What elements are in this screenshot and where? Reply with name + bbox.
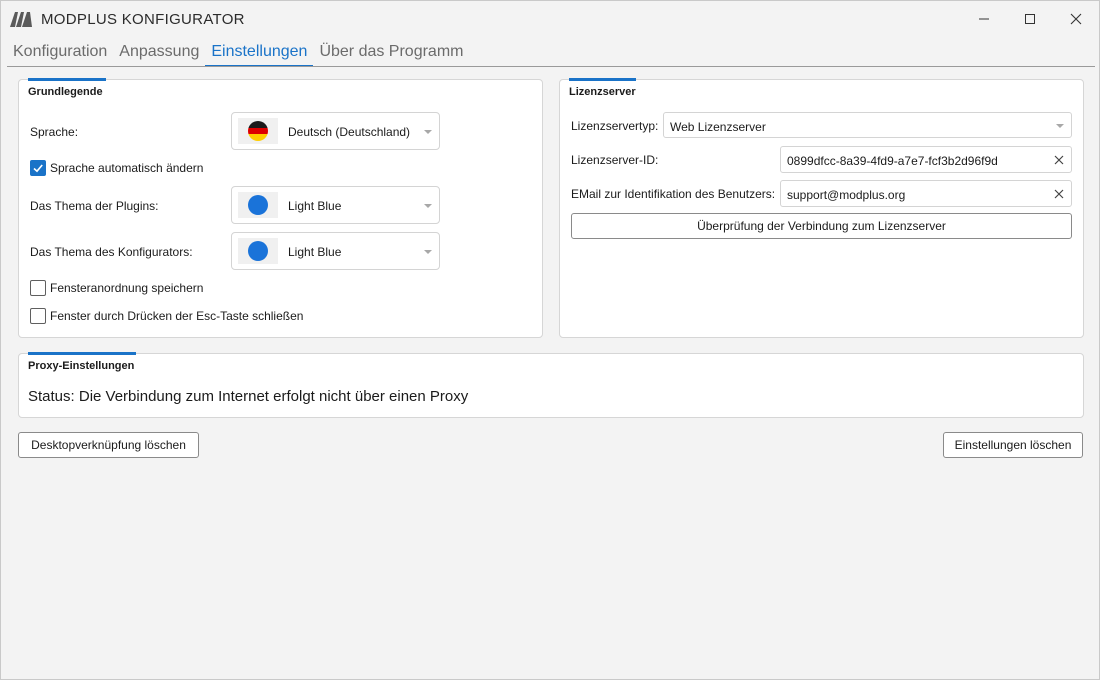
license-server-panel: Lizenzserver Lizenzservertyp: Web Lizenz… bbox=[559, 78, 1084, 338]
save-window-layout-label: Fensteranordnung speichern bbox=[50, 281, 204, 295]
license-type-value: Web Lizenzserver bbox=[670, 120, 766, 134]
language-label: Sprache: bbox=[30, 125, 79, 139]
license-panel-title: Lizenzserver bbox=[569, 86, 636, 98]
title-bar[interactable]: MODPLUS KONFIGURATOR bbox=[1, 1, 1099, 37]
tab-anpassung[interactable]: Anpassung bbox=[113, 41, 205, 67]
license-type-label: Lizenzservertyp: bbox=[571, 119, 659, 133]
general-panel-title: Grundlegende bbox=[28, 86, 103, 98]
check-license-connection-button[interactable]: Überprüfung der Verbindung zum Lizenzser… bbox=[571, 213, 1072, 239]
minimize-icon bbox=[979, 18, 989, 20]
clear-icon[interactable] bbox=[1051, 186, 1067, 202]
checkbox-box bbox=[30, 308, 46, 324]
plugin-theme-swatch bbox=[238, 192, 278, 218]
close-icon bbox=[1070, 13, 1082, 25]
theme-color-dot-icon bbox=[248, 195, 268, 215]
proxy-status-text: Status: Die Verbindung zum Internet erfo… bbox=[28, 388, 469, 405]
license-type-select[interactable]: Web Lizenzserver bbox=[663, 112, 1072, 138]
clear-icon[interactable] bbox=[1051, 152, 1067, 168]
chevron-down-icon bbox=[1056, 124, 1064, 128]
chevron-down-icon bbox=[424, 250, 432, 254]
close-button[interactable] bbox=[1053, 1, 1099, 37]
maximize-button[interactable] bbox=[1007, 1, 1053, 37]
tab-konfiguration[interactable]: Konfiguration bbox=[7, 41, 113, 67]
config-theme-value: Light Blue bbox=[288, 245, 342, 259]
chevron-down-icon bbox=[424, 204, 432, 208]
proxy-panel-title: Proxy-Einstellungen bbox=[28, 360, 135, 372]
config-theme-swatch bbox=[238, 238, 278, 264]
license-id-value: 0899dfcc-8a39-4fd9-a7e7-fcf3b2d96f9d bbox=[787, 154, 998, 168]
panel-accent-bar bbox=[569, 78, 636, 81]
auto-language-label: Sprache automatisch ändern bbox=[50, 161, 204, 175]
plugin-theme-label: Das Thema der Plugins: bbox=[30, 199, 159, 213]
license-id-input[interactable]: 0899dfcc-8a39-4fd9-a7e7-fcf3b2d96f9d bbox=[780, 146, 1072, 173]
panel-accent-bar bbox=[28, 352, 136, 355]
delete-settings-button[interactable]: Einstellungen löschen bbox=[943, 432, 1083, 458]
app-title: MODPLUS KONFIGURATOR bbox=[41, 11, 245, 28]
modplus-logo-icon bbox=[10, 12, 32, 27]
chevron-down-icon bbox=[424, 130, 432, 134]
email-input[interactable]: support@modplus.org bbox=[780, 180, 1072, 207]
plugin-theme-value: Light Blue bbox=[288, 199, 342, 213]
delete-desktop-shortcut-button[interactable]: Desktopverknüpfung löschen bbox=[18, 432, 199, 458]
language-flag-swatch bbox=[238, 118, 278, 144]
minimize-button[interactable] bbox=[961, 1, 1007, 37]
esc-close-label: Fenster durch Drücken der Esc-Taste schl… bbox=[50, 309, 304, 323]
proxy-settings-panel: Proxy-Einstellungen Status: Die Verbindu… bbox=[18, 352, 1084, 418]
tab-bar: Konfiguration Anpassung Einstellungen Üb… bbox=[7, 41, 469, 67]
save-window-layout-checkbox[interactable]: Fensteranordnung speichern bbox=[30, 280, 203, 296]
language-select[interactable]: Deutsch (Deutschland) bbox=[231, 112, 440, 150]
license-id-label: Lizenzserver-ID: bbox=[571, 153, 659, 167]
checkmark-icon bbox=[30, 160, 46, 176]
app-window: MODPLUS KONFIGURATOR Konfiguration Anpas… bbox=[0, 0, 1100, 680]
theme-color-dot-icon bbox=[248, 241, 268, 261]
tab-ueber-das-programm[interactable]: Über das Programm bbox=[313, 41, 469, 67]
esc-close-checkbox[interactable]: Fenster durch Drücken der Esc-Taste schl… bbox=[30, 308, 303, 324]
germany-flag-icon bbox=[248, 121, 268, 141]
auto-language-checkbox[interactable]: Sprache automatisch ändern bbox=[30, 160, 203, 176]
general-settings-panel: Grundlegende Sprache: Deutsch (Deutschla… bbox=[18, 78, 543, 338]
email-value: support@modplus.org bbox=[787, 188, 906, 202]
maximize-icon bbox=[1025, 14, 1035, 24]
tab-divider bbox=[7, 66, 1095, 67]
panel-accent-bar bbox=[28, 78, 106, 81]
checkbox-box bbox=[30, 280, 46, 296]
email-label: EMail zur Identifikation des Benutzers: bbox=[571, 187, 776, 201]
tab-einstellungen[interactable]: Einstellungen bbox=[205, 41, 314, 67]
config-theme-select[interactable]: Light Blue bbox=[231, 232, 440, 270]
language-select-value: Deutsch (Deutschland) bbox=[288, 125, 411, 139]
config-theme-label: Das Thema des Konfigurators: bbox=[30, 245, 193, 259]
plugin-theme-select[interactable]: Light Blue bbox=[231, 186, 440, 224]
